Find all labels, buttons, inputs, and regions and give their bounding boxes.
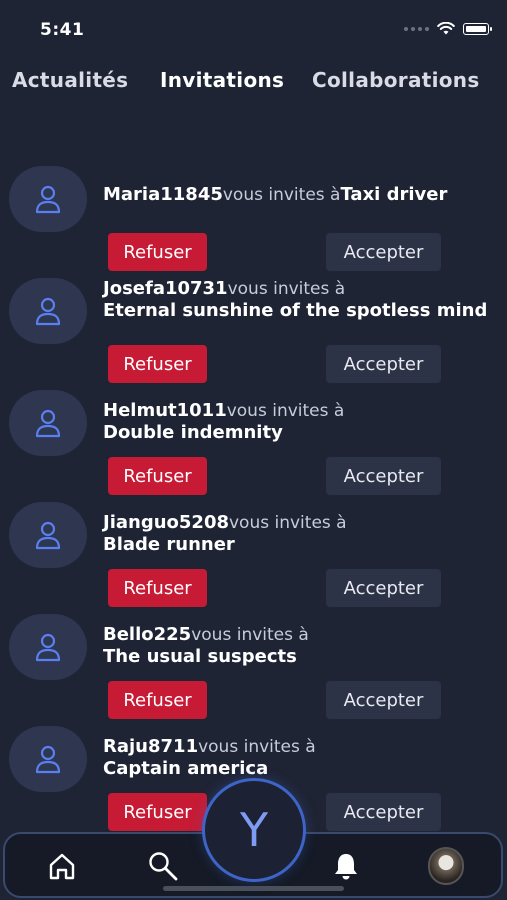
invite-username: Maria11845 (103, 184, 223, 205)
tab-collaborations[interactable]: Collaborations (312, 68, 480, 92)
invite-username: Raju8711 (103, 736, 199, 757)
nav-notifications[interactable] (328, 848, 364, 884)
accept-button[interactable]: Accepter (326, 681, 441, 719)
home-indicator (163, 886, 344, 891)
invite-text: Jianguo5208vous invites à Blade runner (103, 512, 498, 555)
invite-text: Josefa10731vous invites à Eternal sunshin… (103, 278, 498, 321)
invite-text: Helmut1011vous invites à Double indemnity (103, 400, 498, 443)
signal-icon (404, 26, 429, 31)
nav-home[interactable] (44, 848, 80, 884)
invite-username: Josefa10731 (103, 278, 228, 299)
avatar (9, 166, 87, 232)
refuse-button[interactable]: Refuser (108, 569, 207, 607)
center-logo-label: Y (239, 803, 269, 857)
wifi-icon (437, 22, 455, 35)
invite-username: Bello225 (103, 624, 192, 645)
invite-film: Double indemnity (103, 422, 283, 443)
list-item: Josefa10731vous invites à Eternal sunshin… (0, 278, 507, 390)
accept-button[interactable]: Accepter (326, 457, 441, 495)
list-item: Bello225vous invites à The usual suspects… (0, 614, 507, 726)
invite-username: Helmut1011 (103, 400, 227, 421)
user-icon (35, 633, 61, 662)
avatar (9, 614, 87, 680)
user-icon (35, 521, 61, 550)
accept-button[interactable]: Accepter (326, 345, 441, 383)
refuse-button[interactable]: Refuser (108, 681, 207, 719)
profile-avatar (428, 847, 464, 885)
list-item: Jianguo5208vous invites à Blade runner Re… (0, 502, 507, 614)
user-icon (35, 185, 61, 214)
accept-button[interactable]: Accepter (326, 233, 441, 271)
invite-film: The usual suspects (103, 646, 297, 667)
list-item: Helmut1011vous invites à Double indemnity… (0, 390, 507, 502)
user-icon (35, 409, 61, 438)
tab-invitations[interactable]: Invitations (160, 68, 284, 92)
invite-message: vous invites à (198, 737, 316, 757)
nav-search[interactable] (145, 848, 181, 884)
invite-message: vous invites à (222, 185, 341, 205)
battery-icon (463, 22, 492, 35)
tab-bar: Actualités Invitations Collaborations (0, 68, 507, 98)
invite-text: Raju8711vous invites à Captain america (103, 736, 498, 779)
avatar (9, 502, 87, 568)
invite-film: Captain america (103, 758, 269, 779)
nav-profile[interactable] (428, 847, 464, 885)
status-icons (404, 22, 492, 35)
search-icon (149, 852, 178, 881)
invite-text: Bello225vous invites à The usual suspects (103, 624, 498, 667)
invite-message: vous invites à (227, 279, 346, 299)
invite-film: Blade runner (103, 534, 235, 555)
avatar (9, 278, 87, 344)
user-icon (35, 297, 61, 326)
invite-text: Maria11845vous invites àTaxi driver (103, 184, 498, 206)
refuse-button[interactable]: Refuser (108, 345, 207, 383)
refuse-button[interactable]: Refuser (108, 793, 207, 831)
invite-message: vous invites à (229, 513, 347, 533)
bell-icon (335, 854, 357, 880)
invite-film: Eternal sunshine of the spotless mind (103, 300, 488, 321)
refuse-button[interactable]: Refuser (108, 233, 207, 271)
accept-button[interactable]: Accepter (326, 569, 441, 607)
tab-actualites[interactable]: Actualités (12, 68, 128, 92)
refuse-button[interactable]: Refuser (108, 457, 207, 495)
status-time: 5:41 (40, 20, 85, 40)
invite-username: Jianguo5208 (103, 512, 229, 533)
invite-message: vous invites à (226, 401, 345, 421)
accept-button[interactable]: Accepter (326, 793, 441, 831)
center-logo-button[interactable]: Y (202, 778, 306, 882)
invite-message: vous invites à (191, 625, 309, 645)
avatar (9, 390, 87, 456)
avatar (9, 726, 87, 792)
list-item: Maria11845vous invites àTaxi driver Refu… (0, 166, 507, 278)
user-icon (35, 745, 61, 774)
invite-film: Taxi driver (340, 184, 448, 205)
home-icon (49, 853, 75, 880)
status-bar: 5:41 (0, 0, 507, 60)
